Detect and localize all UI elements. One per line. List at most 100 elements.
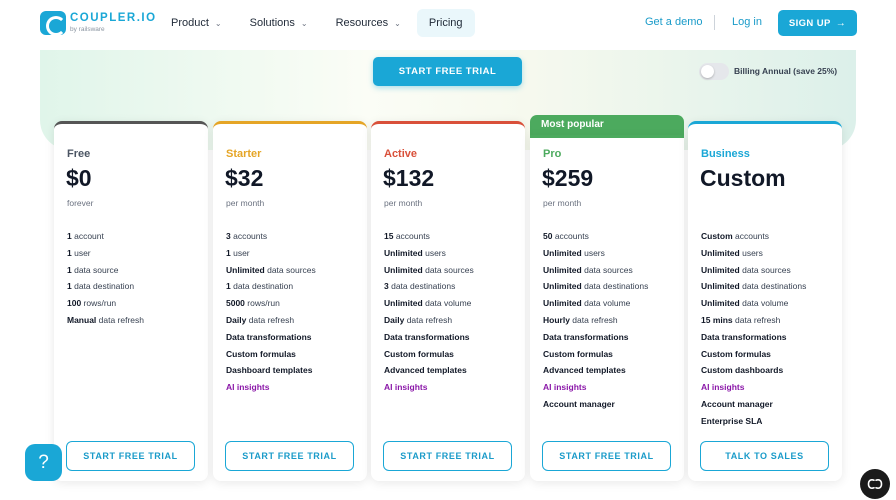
chevron-down-icon: ⌄ [394,18,401,28]
feature-text: data destinations [581,281,649,292]
plan-feature: Data transformations [384,329,474,346]
feature-text: users [581,247,605,258]
site-header: COUPLER.IO by railsware Product ⌄ Solutio… [0,0,896,46]
plan-feature: 3 accounts [226,228,316,245]
feature-text: data source [71,264,119,275]
plan-feature: Dashboard templates [226,362,316,379]
plan-feature: Unlimited users [384,245,474,262]
feature-highlight: Unlimited [384,247,423,258]
coupler-logo-icon [40,11,66,36]
help-button[interactable]: ? [25,444,62,481]
nav-resources[interactable]: Resources ⌄ [336,17,401,29]
feature-text: data sources [264,264,316,275]
plan-features: 3 accounts 1 user Unlimited data sources 1 … [226,228,316,396]
feature-text: data refresh [732,314,781,325]
feature-highlight: Unlimited [701,298,740,309]
plan-feature: Unlimited data destinations [543,278,648,295]
feature-text: data sources [581,264,633,275]
feature-highlight: Custom dashboards [701,365,784,376]
plan-feature: Unlimited users [543,245,648,262]
start-free-trial-button[interactable]: START FREE TRIAL [542,441,671,471]
feature-text: data destinations [739,281,807,292]
logo-subtitle: by railsware [70,25,105,33]
plan-feature: Custom formulas [701,346,806,363]
plan-feature: Manual data refresh [67,312,144,329]
feature-text: user [230,247,250,258]
feature-highlight: Data transformations [226,331,312,342]
start-free-trial-button[interactable]: START FREE TRIAL [373,57,522,86]
feature-text: users [739,247,763,258]
plan-card-free: Free $0 forever 1 account 1 user 1 data sourc… [54,121,208,481]
plan-feature: Unlimited data volume [543,295,648,312]
cookie-settings-button[interactable] [860,469,890,499]
cookie-settings-icon [867,478,883,490]
billing-annual-label: Billing Annual (save 25%) [734,66,838,76]
talk-to-sales-button[interactable]: TALK TO SALES [700,441,829,471]
start-free-trial-button[interactable]: START FREE TRIAL [66,441,195,471]
logo-name: COUPLER.IO [70,12,157,24]
header-divider [714,15,715,30]
plan-feature: Custom formulas [543,346,648,363]
feature-text: accounts [230,231,268,241]
feature-highlight: 100 [67,298,82,309]
feature-highlight: Data transformations [384,331,470,342]
plan-card-starter: Starter $32 per month 3 accounts 1 user Unlim… [213,121,367,481]
feature-text: data refresh [246,314,295,325]
start-free-trial-button[interactable]: START FREE TRIAL [225,441,354,471]
plan-features: 50 accounts Unlimited users Unlimited data… [543,228,648,413]
plan-feature: Custom accounts [701,228,806,245]
plan-feature: 100 rows/run [67,295,144,312]
feature-highlight: Advanced templates [543,365,626,376]
get-demo-link[interactable]: Get a demo [645,16,702,28]
plan-price: $132 [383,165,435,191]
plan-feature: 1 data destination [67,278,144,295]
feature-text: account [71,231,104,241]
feature-highlight: Advanced templates [384,365,467,376]
plan-name: Business [701,148,750,160]
plan-feature: 15 mins data refresh [701,312,806,329]
plan-feature: Data transformations [226,329,316,346]
sign-up-button[interactable]: SIGN UP → [778,10,857,36]
plan-card-pro: Pro $259 per month 50 accounts Unlimited use… [530,135,684,481]
feature-highlight: Custom formulas [543,348,613,359]
plan-price: $0 [66,165,92,191]
plan-feature: Unlimited data sources [384,262,474,279]
feature-text: data destinations [388,281,456,292]
feature-text: user [71,247,91,258]
plan-period: per month [384,198,423,208]
plan-feature: AI insights [543,382,587,393]
plan-features: 15 accounts Unlimited users Unlimited data… [384,228,474,396]
plan-period: per month [543,198,582,208]
feature-text: data refresh [569,314,618,325]
chevron-down-icon: ⌄ [300,18,308,28]
plan-name: Pro [543,148,562,160]
feature-text: data volume [581,298,631,309]
coupler-logo[interactable]: COUPLER.IO by railsware [40,11,157,36]
nav-pricing[interactable]: Pricing [416,9,475,37]
billing-annual-toggle[interactable] [699,63,729,80]
nav-solutions[interactable]: Solutions ⌄ [250,17,308,29]
feature-text: data destination [230,281,294,292]
login-link[interactable]: Log in [732,16,762,28]
plan-feature: Enterprise SLA [701,413,806,430]
nav-product[interactable]: Product ⌄ [171,17,222,29]
plan-feature: 1 account [67,228,144,245]
feature-highlight: Data transformations [701,331,787,342]
plan-feature: 50 accounts [543,228,648,245]
feature-text: data destination [71,281,135,292]
feature-text: data sources [422,264,474,275]
plan-feature: Unlimited data destinations [701,278,806,295]
plan-feature: 5000 rows/run [226,295,316,312]
plan-feature: Custom dashboards [701,362,806,379]
feature-highlight: Unlimited [701,264,740,275]
feature-highlight: Enterprise SLA [701,415,763,426]
plan-feature: AI insights [701,382,745,393]
feature-highlight: Dashboard templates [226,365,313,376]
start-free-trial-button[interactable]: START FREE TRIAL [383,441,512,471]
plan-price: Custom [700,165,786,191]
plan-feature: Unlimited data sources [543,262,648,279]
plan-feature: Custom formulas [384,346,474,363]
question-icon: ? [38,451,49,473]
plan-feature: Hourly data refresh [543,312,648,329]
feature-highlight: Custom formulas [384,348,454,359]
